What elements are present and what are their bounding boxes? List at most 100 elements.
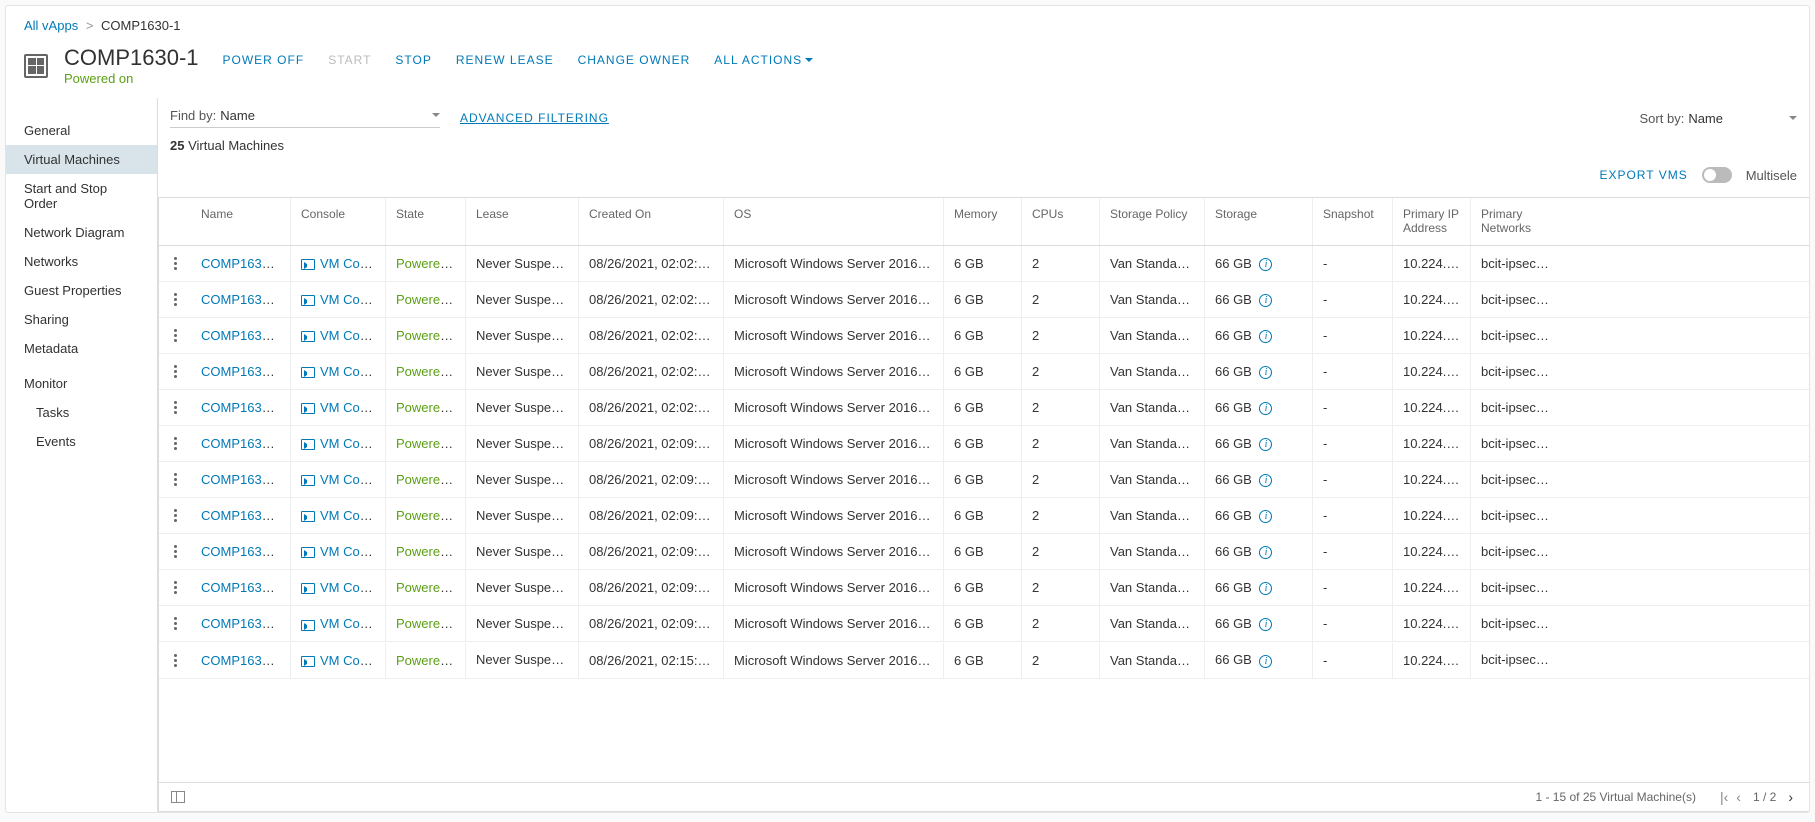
vm-console-link[interactable]: VM Console... [320, 508, 386, 523]
col-memory[interactable]: Memory [944, 198, 1022, 245]
power-off-action[interactable]: POWER OFF [223, 53, 305, 67]
col-state[interactable]: State [386, 198, 466, 245]
advanced-filtering-link[interactable]: ADVANCED FILTERING [460, 111, 609, 125]
all-actions-dropdown[interactable]: ALL ACTIONS [714, 53, 813, 67]
row-menu-button[interactable] [159, 427, 191, 460]
row-menu-button[interactable] [159, 391, 191, 424]
change-owner-action[interactable]: CHANGE OWNER [578, 53, 691, 67]
info-icon[interactable] [1259, 366, 1272, 379]
sidebar-item-network-diagram[interactable]: Network Diagram [6, 218, 157, 247]
row-menu-button[interactable] [159, 247, 191, 280]
col-created[interactable]: Created On [579, 198, 724, 245]
export-vms-link[interactable]: EXPORT VMS [1599, 168, 1687, 182]
vm-console-link[interactable]: VM Console... [320, 472, 386, 487]
vm-name-link[interactable]: COMP1630-1-... [201, 256, 291, 271]
col-console[interactable]: Console [291, 198, 386, 245]
info-icon[interactable] [1259, 474, 1272, 487]
vm-name-link[interactable]: COMP1630-1-... [201, 436, 291, 451]
vm-name-link[interactable]: COMP1630-1-... [201, 544, 291, 559]
info-icon[interactable] [1259, 618, 1272, 631]
vm-name-link[interactable]: COMP1630-1-... [201, 364, 291, 379]
row-menu-button[interactable] [159, 607, 191, 640]
vm-console-link[interactable]: VM Console... [320, 580, 386, 595]
info-icon[interactable] [1259, 655, 1272, 668]
page-prev-button[interactable]: ‹ [1736, 789, 1741, 805]
sidebar-item-sharing[interactable]: Sharing [6, 305, 157, 334]
sidebar-item-guest-properties[interactable]: Guest Properties [6, 276, 157, 305]
find-by-dropdown[interactable]: Find by: Name [170, 108, 440, 128]
vm-console-link[interactable]: VM Console... [320, 400, 386, 415]
info-icon[interactable] [1259, 330, 1272, 343]
stop-action[interactable]: STOP [395, 53, 431, 67]
row-menu-button[interactable] [159, 571, 191, 604]
row-menu-button[interactable] [159, 355, 191, 388]
vm-console-link[interactable]: VM Console... [320, 653, 386, 668]
info-icon[interactable] [1259, 582, 1272, 595]
col-cpus[interactable]: CPUs [1022, 198, 1100, 245]
info-icon[interactable] [1559, 546, 1561, 559]
col-lease[interactable]: Lease [466, 198, 579, 245]
renew-lease-action[interactable]: RENEW LEASE [456, 53, 554, 67]
sidebar-item-monitor[interactable]: Monitor [6, 369, 157, 398]
vm-name-link[interactable]: COMP1630-1-01 [201, 292, 291, 307]
vm-name-link[interactable]: COMP1630-1-... [201, 328, 291, 343]
vm-console-link[interactable]: VM Console... [320, 364, 386, 379]
info-icon[interactable] [1259, 294, 1272, 307]
info-icon[interactable] [1559, 402, 1561, 415]
row-menu-button[interactable] [159, 319, 191, 352]
kebab-icon [169, 365, 181, 378]
col-primary-ip[interactable]: Primary IP Address [1393, 198, 1471, 245]
row-menu-button[interactable] [159, 535, 191, 568]
sort-by-dropdown[interactable]: Sort by: Name [1640, 111, 1797, 126]
info-icon[interactable] [1259, 546, 1272, 559]
vm-name-link[interactable]: COMP1630-1-... [201, 472, 291, 487]
col-storage[interactable]: Storage [1205, 198, 1313, 245]
vm-name-link[interactable]: COMP1630-1-... [201, 400, 291, 415]
sidebar-item-virtual-machines[interactable]: Virtual Machines [6, 145, 157, 174]
vm-console-link[interactable]: VM Console... [320, 256, 386, 271]
row-menu-button[interactable] [159, 283, 191, 316]
vm-name-link[interactable]: COMP1630-1-10 [201, 616, 291, 631]
sidebar-item-networks[interactable]: Networks [6, 247, 157, 276]
sidebar-item-tasks[interactable]: Tasks [6, 398, 157, 427]
info-icon[interactable] [1259, 402, 1272, 415]
vm-console-link[interactable]: VM Console... [320, 436, 386, 451]
vm-console-link[interactable]: VM Console... [320, 292, 386, 307]
info-icon[interactable] [1559, 510, 1561, 523]
breadcrumb-root[interactable]: All vApps [24, 18, 78, 33]
row-menu-button[interactable] [159, 644, 191, 677]
sidebar-item-general[interactable]: General [6, 116, 157, 145]
page-first-button[interactable]: |‹ [1720, 789, 1728, 805]
row-menu-button[interactable] [159, 499, 191, 532]
info-icon[interactable] [1559, 294, 1561, 307]
info-icon[interactable] [1559, 618, 1561, 631]
info-icon[interactable] [1559, 258, 1561, 271]
vm-console-link[interactable]: VM Console... [320, 616, 386, 631]
col-name[interactable]: Name [191, 198, 291, 245]
column-picker-icon[interactable] [171, 791, 185, 803]
info-icon[interactable] [1559, 366, 1561, 379]
multiselect-toggle[interactable] [1702, 167, 1732, 183]
col-os[interactable]: OS [724, 198, 944, 245]
info-icon[interactable] [1259, 510, 1272, 523]
info-icon[interactable] [1559, 582, 1561, 595]
row-menu-button[interactable] [159, 463, 191, 496]
sidebar-item-metadata[interactable]: Metadata [6, 334, 157, 363]
sidebar-item-events[interactable]: Events [6, 427, 157, 456]
vm-name-link[interactable]: COMP1630-1-11 [201, 653, 291, 668]
vm-name-link[interactable]: COMP1630-1-... [201, 508, 291, 523]
sidebar-item-start-stop-order[interactable]: Start and Stop Order [6, 174, 157, 218]
info-icon[interactable] [1259, 258, 1272, 271]
col-storage-policy[interactable]: Storage Policy [1100, 198, 1205, 245]
vm-console-link[interactable]: VM Console... [320, 328, 386, 343]
info-icon[interactable] [1559, 474, 1561, 487]
info-icon[interactable] [1259, 438, 1272, 451]
vm-name-link[interactable]: COMP1630-1-... [201, 580, 291, 595]
col-primary-networks[interactable]: Primary Networks [1471, 198, 1561, 245]
col-snapshot[interactable]: Snapshot [1313, 198, 1393, 245]
info-icon[interactable] [1559, 655, 1561, 668]
info-icon[interactable] [1559, 438, 1561, 451]
vm-console-link[interactable]: VM Console... [320, 544, 386, 559]
info-icon[interactable] [1559, 330, 1561, 343]
page-next-button[interactable]: › [1788, 789, 1793, 805]
